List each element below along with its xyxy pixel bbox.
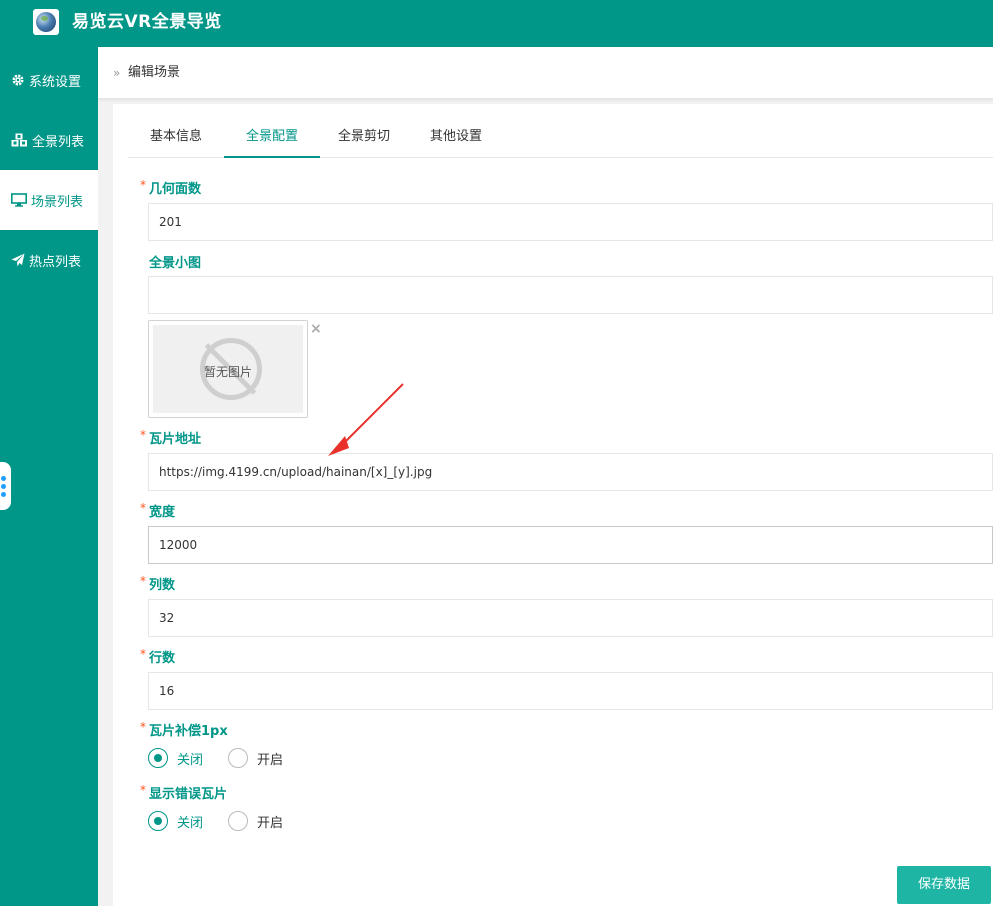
tile-url-input[interactable]: https://img.4199.cn/upload/hainan/[x]_[y… — [148, 453, 993, 491]
sidebar-item-scene-list[interactable]: 场景列表 — [0, 170, 98, 230]
top-bar: 易览云VR全景导览 — [0, 0, 993, 47]
breadcrumb: » 编辑场景 — [98, 47, 993, 99]
show-error-tiles-radio-group: 关闭 开启 — [148, 810, 308, 832]
tile-compensation-on-radio[interactable] — [228, 748, 249, 768]
rows-input[interactable]: 16 — [148, 672, 993, 710]
no-image-text: 暂无图片 — [203, 365, 252, 379]
sidebar-item-label: 系统设置 — [29, 74, 82, 90]
tab-other-settings[interactable]: 其他设置 — [408, 118, 504, 158]
sidebar-item-hotspot-list[interactable]: 热点列表 — [0, 230, 98, 290]
remove-image-close-icon[interactable]: × — [310, 322, 322, 336]
app-title: 易览云VR全景导览 — [72, 12, 222, 32]
radio-label[interactable]: 关闭 — [177, 812, 203, 831]
radio-label[interactable]: 开启 — [257, 812, 283, 831]
save-button[interactable]: 保存数据 — [897, 866, 991, 904]
tab-basic-info[interactable]: 基本信息 — [128, 118, 224, 158]
radio-label[interactable]: 关闭 — [177, 749, 203, 768]
columns-label: 列数 — [149, 578, 176, 593]
sidebar-item-label: 热点列表 — [29, 254, 82, 270]
gear-icon — [11, 73, 25, 87]
sidebar-toggle-handle[interactable] — [0, 462, 11, 510]
tab-panorama-config[interactable]: 全景配置 — [224, 118, 320, 158]
required-mark: * — [140, 574, 146, 588]
required-mark: * — [140, 501, 146, 515]
rows-label: 行数 — [149, 651, 176, 666]
cubes-icon — [11, 133, 28, 147]
sidebar-item-label: 全景列表 — [32, 134, 85, 150]
tab-bar: 基本信息 全景配置 全景剪切 其他设置 — [128, 118, 993, 158]
thumbnail-input[interactable] — [148, 276, 993, 314]
required-mark: * — [140, 720, 146, 734]
sidebar-item-system-settings[interactable]: 系统设置 — [0, 50, 98, 110]
thumbnail-preview[interactable]: 暂无图片 — [148, 320, 308, 418]
required-mark: * — [140, 178, 146, 192]
tile-compensation-off-radio[interactable] — [148, 748, 168, 768]
show-error-tiles-off-radio[interactable] — [148, 811, 168, 831]
monitor-icon — [11, 193, 27, 207]
sidebar-item-panorama-list[interactable]: 全景列表 — [0, 110, 98, 170]
required-mark: * — [140, 783, 146, 797]
sidebar-item-label: 场景列表 — [31, 194, 84, 210]
width-input[interactable]: 12000 — [148, 526, 993, 564]
columns-input[interactable]: 32 — [148, 599, 993, 637]
sidebar: 系统设置 全景列表 场景列表 热点列表 — [0, 47, 98, 906]
tile-url-label: 瓦片地址 — [149, 432, 202, 447]
breadcrumb-separator: » — [113, 66, 121, 80]
tile-compensation-radio-group: 关闭 开启 — [148, 747, 308, 769]
thumbnail-label: 全景小图 — [149, 256, 202, 271]
geometry-label: 几何面数 — [149, 182, 202, 197]
tile-compensation-label: 瓦片补偿1px — [149, 724, 228, 739]
required-mark: * — [140, 647, 146, 661]
width-label: 宽度 — [149, 505, 176, 520]
tab-panorama-cut[interactable]: 全景剪切 — [320, 118, 408, 158]
geometry-input[interactable]: 201 — [148, 203, 993, 241]
paper-plane-icon — [11, 253, 25, 267]
show-error-tiles-on-radio[interactable] — [228, 811, 249, 831]
breadcrumb-current: 编辑场景 — [128, 65, 181, 80]
show-error-tiles-label: 显示错误瓦片 — [149, 787, 228, 802]
radio-label[interactable]: 开启 — [257, 749, 283, 768]
globe-logo-icon — [33, 9, 59, 35]
main-card: 基本信息 全景配置 全景剪切 其他设置 * 几何面数 201 全景小图 暂无图片… — [113, 104, 993, 906]
required-mark: * — [140, 428, 146, 442]
